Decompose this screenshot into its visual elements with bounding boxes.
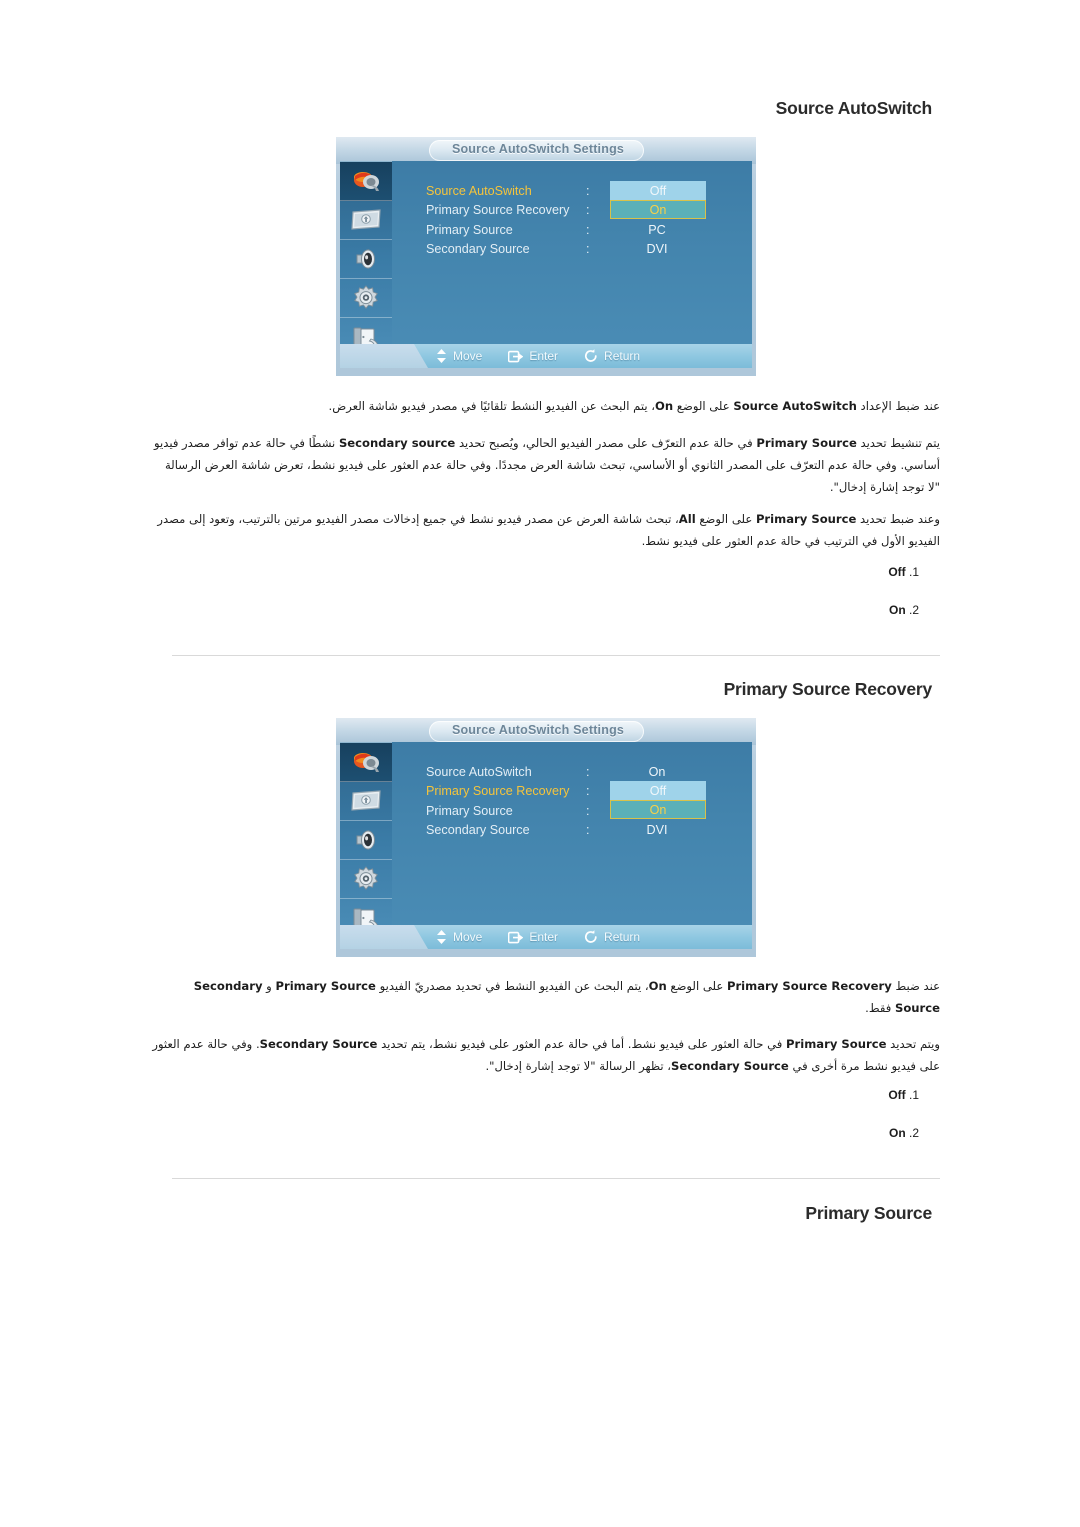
osd-footer-label: Return [604, 349, 641, 363]
osd-row-value: DVI [646, 242, 668, 257]
osd-footer-label: Move [453, 349, 483, 363]
rail-item-setup[interactable] [340, 279, 392, 318]
option-label: Off [888, 565, 906, 579]
option-number: .2 [909, 603, 920, 617]
osd-footer-bar: Move Enter Return [340, 344, 752, 368]
osd-footer-label: Return [604, 930, 641, 944]
osd-icon-rail [340, 742, 392, 938]
osd-footer-return[interactable]: Return [584, 349, 640, 363]
rail-item-screen[interactable] [340, 201, 392, 240]
option-item[interactable]: .1 Off [635, 1088, 935, 1126]
osd-row-primary-source[interactable]: Primary Source : PC [426, 220, 746, 240]
osd-footer-notch [340, 344, 428, 368]
sound-speaker-icon [352, 828, 380, 852]
osd-row-colon: : [586, 242, 590, 257]
return-icon [584, 349, 598, 363]
osd-footer-label: Enter [529, 349, 559, 363]
option-item[interactable]: .1 Off [635, 565, 935, 603]
osd-row-colon: : [586, 222, 590, 237]
osd-icon-rail [340, 161, 392, 357]
osd-footer-enter[interactable]: Enter [508, 930, 558, 944]
return-icon [584, 930, 598, 944]
screen-adjust-icon [350, 789, 382, 813]
option-item[interactable]: .2 On [635, 603, 935, 641]
updown-arrow-icon [436, 930, 447, 944]
options-primary-source-recovery: .1 Off .2 On [635, 1088, 935, 1164]
paragraph-primary-source-recovery-1: عند ضبط Primary Source Recovery على الوض… [193, 979, 940, 1015]
osd-title-text: Source AutoSwitch Settings [451, 142, 625, 156]
options-source-autoswitch: .1 Off .2 On [635, 565, 935, 641]
setup-gear-icon [352, 285, 380, 311]
picture-color-icon [351, 750, 381, 774]
sound-speaker-icon [352, 247, 380, 271]
osd-footer-notch [340, 925, 428, 949]
option-number: .2 [909, 1126, 920, 1140]
option-number: .1 [909, 1088, 920, 1102]
osd-footer-bar: Move Enter Return [340, 925, 752, 949]
osd-row-label: Secondary Source [426, 823, 530, 838]
paragraph-primary-source-recovery-2: ويتم تحديد Primary Source في حالة العثور… [152, 1037, 940, 1073]
osd-row-colon: : [586, 183, 590, 198]
osd-row-label: Primary Source [426, 222, 513, 237]
rail-item-picture[interactable] [340, 743, 392, 782]
osd-row-label: Source AutoSwitch [426, 764, 532, 779]
osd-row-label: Source AutoSwitch [426, 183, 532, 198]
osd-row-label: Primary Source Recovery [426, 784, 570, 799]
option-label: On [888, 603, 906, 617]
osd-row-value: DVI [646, 823, 668, 838]
osd-row-value: On [648, 764, 666, 779]
option-number: .1 [909, 565, 920, 579]
section-heading-source-autoswitch: Source AutoSwitch [775, 98, 933, 118]
osd-row-source-autoswitch[interactable]: Source AutoSwitch : On [426, 762, 746, 782]
paragraph-source-autoswitch-1: عند ضبط الإعداد Source AutoSwitch على ال… [328, 399, 940, 413]
osd-source-autoswitch-settings-1: Source AutoSwitch Settings Source AutoSw… [336, 137, 756, 376]
picture-color-icon [351, 169, 381, 193]
osd-footer-return[interactable]: Return [584, 930, 640, 944]
option-item[interactable]: .2 On [635, 1126, 935, 1164]
osd-row-colon: : [586, 203, 590, 218]
section-heading-primary-source-recovery: Primary Source Recovery [723, 679, 933, 699]
osd-footer-move[interactable]: Move [436, 930, 482, 944]
osd-row-colon: : [586, 784, 590, 799]
section-divider-1 [172, 655, 940, 656]
osd-value-box-on-selected[interactable]: On [610, 800, 706, 819]
osd-source-autoswitch-settings-2: Source AutoSwitch Settings Source AutoSw… [336, 718, 756, 957]
osd-value-box-off[interactable]: Off [610, 781, 706, 800]
osd-row-colon: : [586, 803, 590, 818]
rail-item-setup[interactable] [340, 860, 392, 899]
osd-content-pane: Source AutoSwitch : Primary Source Recov… [392, 161, 752, 351]
osd-value-box-on-selected[interactable]: On [610, 200, 706, 219]
updown-arrow-icon [436, 349, 447, 363]
paragraph-source-autoswitch-3: وعند ضبط تحديد Primary Source على الوضع … [157, 512, 940, 548]
osd-row-secondary-source[interactable]: Secondary Source : DVI [426, 240, 746, 260]
rail-item-screen[interactable] [340, 782, 392, 821]
screen-adjust-icon [350, 208, 382, 232]
osd-value-box-off[interactable]: Off [610, 181, 706, 200]
section-divider-2 [172, 1178, 940, 1179]
enter-icon [508, 350, 524, 363]
osd-footer-label: Move [453, 930, 483, 944]
section-heading-primary-source: Primary Source [805, 1203, 932, 1223]
option-label: Off [888, 1088, 906, 1102]
osd-footer-label: Enter [529, 930, 559, 944]
osd-row-colon: : [586, 823, 590, 838]
osd-row-label: Secondary Source [426, 242, 530, 257]
osd-row-value: PC [648, 222, 666, 237]
osd-row-colon: : [586, 764, 590, 779]
enter-icon [508, 931, 524, 944]
osd-title-text: Source AutoSwitch Settings [451, 723, 625, 737]
osd-footer-enter[interactable]: Enter [508, 349, 558, 363]
osd-content-pane: Source AutoSwitch : On Primary Source Re… [392, 742, 752, 932]
paragraph-source-autoswitch-2: يتم تنشيط تحديد Primary Source في حالة ع… [154, 436, 940, 494]
rail-item-sound[interactable] [340, 821, 392, 860]
osd-row-label: Primary Source [426, 803, 513, 818]
osd-footer-move[interactable]: Move [436, 349, 482, 363]
rail-item-picture[interactable] [340, 162, 392, 201]
rail-item-sound[interactable] [340, 240, 392, 279]
osd-row-label: Primary Source Recovery [426, 203, 570, 218]
document-page: Source AutoSwitch Source AutoSwitch Sett… [0, 0, 1080, 1527]
osd-row-secondary-source[interactable]: Secondary Source : DVI [426, 821, 746, 841]
option-label: On [888, 1126, 906, 1140]
setup-gear-icon [352, 866, 380, 892]
